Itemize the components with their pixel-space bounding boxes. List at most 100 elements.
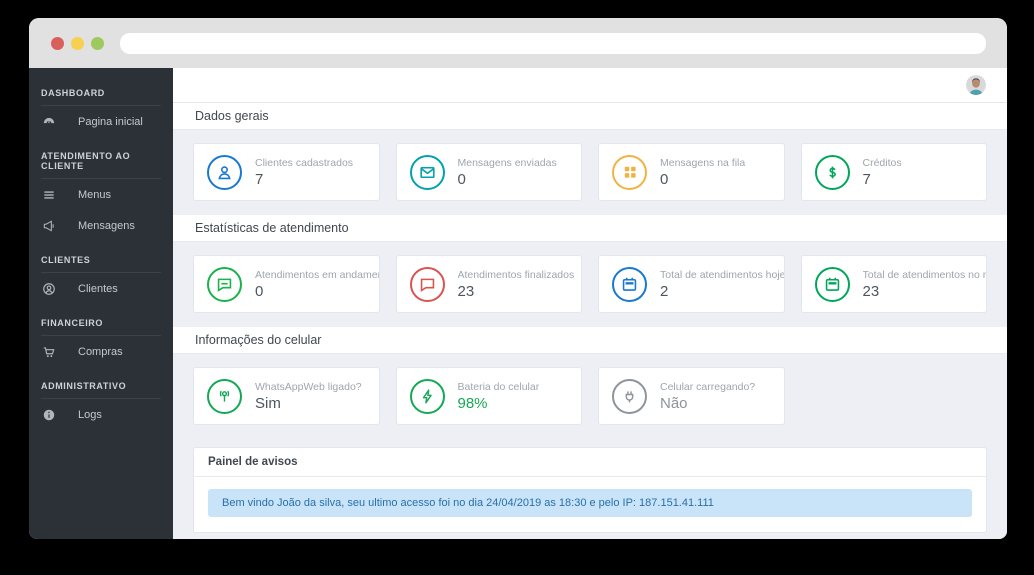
dashboard-icon — [41, 114, 56, 129]
user-circle-icon — [41, 281, 56, 296]
stat-label: Bateria do celular — [458, 381, 540, 393]
grid-icon — [621, 163, 639, 181]
calendar-icon — [823, 275, 842, 294]
stat-icon-circle — [207, 155, 242, 190]
stat-label: Celular carregando? — [660, 381, 755, 393]
stat-icon-circle — [612, 267, 647, 302]
sidebar-item-label: Mensagens — [78, 220, 135, 232]
stat-card-bateria-celular: Bateria do celular 98% — [396, 367, 583, 425]
stat-label: Atendimentos finalizados — [458, 269, 575, 281]
stat-card-celular-carregando: Celular carregando? Não — [598, 367, 785, 425]
notices-panel-title: Painel de avisos — [194, 448, 986, 477]
sidebar-item-label: Clientes — [78, 283, 118, 295]
sidebar-section-title: ATENDIMENTO AO CLIENTE — [29, 143, 173, 178]
stat-label: Clientes cadastrados — [255, 157, 353, 169]
sidebar-section-clientes: CLIENTES Clientes — [29, 247, 173, 304]
stat-label: WhatsAppWeb ligado? — [255, 381, 362, 393]
cards-row-dados-gerais: Clientes cadastrados 7 Mensagens enviada — [173, 130, 1007, 215]
cart-icon — [41, 344, 56, 359]
sidebar-item-compras[interactable]: Compras — [29, 336, 173, 367]
sidebar-item-pagina-inicial[interactable]: Pagina inicial — [29, 106, 173, 137]
stat-label: Total de atendimentos hoje — [660, 269, 784, 281]
stat-card-atendimentos-hoje: Total de atendimentos hoje 2 — [598, 255, 785, 313]
sidebar-section-title: CLIENTES — [29, 247, 173, 272]
stat-card-atendimentos-mes: Total de atendimentos no mês 23 — [801, 255, 988, 313]
sidebar-section-title: DASHBOARD — [29, 80, 173, 105]
stat-card-atendimentos-finalizados: Atendimentos finalizados 23 — [396, 255, 583, 313]
plug-icon — [620, 387, 639, 406]
sidebar-item-label: Logs — [78, 409, 102, 421]
stat-label: Créditos — [863, 157, 902, 169]
sidebar-section-dashboard: DASHBOARD Pagina inicial — [29, 80, 173, 137]
window-controls — [51, 37, 104, 50]
stat-card-mensagens-na-fila: Mensagens na fila 0 — [598, 143, 785, 201]
app-header — [173, 68, 1007, 103]
stat-value: Não — [660, 395, 755, 412]
stat-value: 98% — [458, 395, 540, 412]
stat-label: Mensagens na fila — [660, 157, 745, 169]
user-avatar[interactable] — [966, 75, 986, 95]
sidebar-section-financeiro: FINANCEIRO Compras — [29, 310, 173, 367]
stat-icon-circle — [207, 267, 242, 302]
sidebar-item-menus[interactable]: Menus — [29, 179, 173, 210]
stat-value: 7 — [863, 171, 902, 188]
stat-icon-circle — [815, 155, 850, 190]
stat-icon-circle — [612, 155, 647, 190]
browser-address-bar[interactable] — [120, 33, 986, 54]
notices-panel-body: Bem vindo João da silva, seu ultimo aces… — [194, 477, 986, 532]
stat-card-creditos: Créditos 7 — [801, 143, 988, 201]
browser-titlebar — [29, 18, 1007, 68]
close-button[interactable] — [51, 37, 64, 50]
stat-value: Sim — [255, 395, 362, 412]
stat-value: 0 — [255, 283, 379, 300]
stat-card-whatsappweb-ligado: WhatsAppWeb ligado? Sim — [193, 367, 380, 425]
minimize-button[interactable] — [71, 37, 84, 50]
app-frame: DASHBOARD Pagina inicial ATENDIMENTO AO … — [29, 68, 1007, 539]
browser-window: DASHBOARD Pagina inicial ATENDIMENTO AO … — [29, 18, 1007, 539]
chat-bubble-icon — [418, 275, 437, 294]
stat-value: 23 — [458, 283, 575, 300]
stat-value: 7 — [255, 171, 353, 188]
stat-icon-circle — [410, 155, 445, 190]
dollar-icon — [823, 163, 842, 182]
sidebar-section-administrativo: ADMINISTRATIVO Logs — [29, 373, 173, 430]
sidebar-section-title: ADMINISTRATIVO — [29, 373, 173, 398]
notices-panel: Painel de avisos Bem vindo João da silva… — [193, 447, 987, 533]
sidebar-section-atendimento: ATENDIMENTO AO CLIENTE Menus — [29, 143, 173, 241]
sidebar-item-label: Compras — [78, 346, 123, 358]
stat-label: Mensagens enviadas — [458, 157, 557, 169]
sidebar-item-clientes[interactable]: Clientes — [29, 273, 173, 304]
section-title-estatisticas: Estatísticas de atendimento — [173, 215, 1007, 242]
sidebar: DASHBOARD Pagina inicial ATENDIMENTO AO … — [29, 68, 173, 539]
stat-value: 0 — [458, 171, 557, 188]
envelope-icon — [418, 163, 437, 182]
menu-bars-icon — [41, 187, 56, 202]
stat-icon-circle — [410, 267, 445, 302]
antenna-icon — [215, 387, 234, 406]
stat-card-mensagens-enviadas: Mensagens enviadas 0 — [396, 143, 583, 201]
user-icon — [215, 163, 234, 182]
megaphone-icon — [41, 218, 56, 233]
sidebar-item-logs[interactable]: Logs — [29, 399, 173, 430]
stat-icon-circle — [207, 379, 242, 414]
stat-value: 2 — [660, 283, 784, 300]
maximize-button[interactable] — [91, 37, 104, 50]
stat-card-atendimentos-andamento: Atendimentos em andamento 0 — [193, 255, 380, 313]
stat-card-clientes-cadastrados: Clientes cadastrados 7 — [193, 143, 380, 201]
stat-label: Total de atendimentos no mês — [863, 269, 987, 281]
sidebar-item-label: Pagina inicial — [78, 116, 143, 128]
sidebar-section-title: FINANCEIRO — [29, 310, 173, 335]
main-content: Dados gerais Clientes cadastrados 7 — [173, 68, 1007, 539]
sidebar-item-mensagens[interactable]: Mensagens — [29, 210, 173, 241]
cards-row-informacoes-celular: WhatsAppWeb ligado? Sim Bateria do celul — [173, 354, 1007, 439]
section-title-dados-gerais: Dados gerais — [173, 103, 1007, 130]
stat-label: Atendimentos em andamento — [255, 269, 379, 281]
stat-icon-circle — [815, 267, 850, 302]
stat-value: 23 — [863, 283, 987, 300]
info-icon — [41, 407, 56, 422]
stat-icon-circle — [612, 379, 647, 414]
chat-bubble-icon — [215, 275, 234, 294]
bolt-icon — [418, 387, 437, 406]
stat-icon-circle — [410, 379, 445, 414]
calendar-icon — [620, 275, 639, 294]
